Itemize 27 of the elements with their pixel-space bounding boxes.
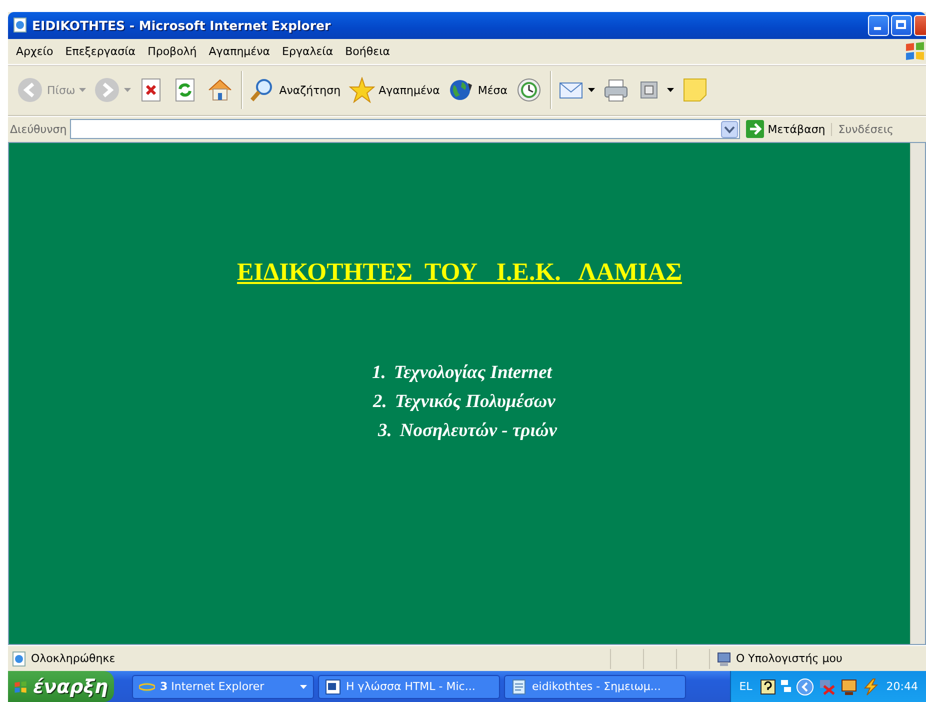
favorites-button[interactable]: Αγαπημένα: [346, 75, 443, 106]
list-item: Νοσηλευτών - τριών: [400, 420, 557, 444]
links-label[interactable]: Συνδέσεις: [831, 122, 894, 136]
list-item: Τεχνολογίας Internet: [394, 362, 552, 386]
list-number: 1.: [372, 362, 386, 386]
start-button[interactable]: έναρξη: [8, 671, 114, 702]
media-button[interactable]: Μέσα: [444, 75, 511, 106]
list-number: 2.: [373, 391, 387, 414]
window-title: EIDIKOTHTES - Microsoft Internet Explorer: [32, 18, 331, 33]
clock: 20:44: [886, 680, 918, 694]
list-item: Τεχνικός Πολυμέσων: [394, 391, 556, 414]
search-button[interactable]: Αναζήτηση: [246, 75, 344, 106]
menu-item[interactable]: Εργαλεία: [282, 44, 334, 58]
zone-text: Ο Υπολογιστής μου: [736, 652, 842, 666]
address-label: Διεύθυνση: [10, 122, 67, 136]
taskbar-button[interactable]: Η γλώσσα HTML - Mic...: [318, 674, 500, 699]
list-number: 3.: [378, 420, 392, 444]
page-heading: ΕΙΔΙΚΟΤΗΤΕΣ ΤΟΥ Ι.Ε.Κ. ΛΑΜΙΑΣ: [237, 259, 682, 288]
status-text: Ολοκληρώθηκε: [31, 652, 116, 666]
taskbar-button[interactable]: 3 Internet Explorer: [132, 674, 314, 699]
menu-item[interactable]: Αγαπημένα: [208, 44, 270, 58]
menu-item[interactable]: Βοήθεια: [345, 44, 390, 58]
go-button[interactable]: Μετάβαση: [740, 120, 832, 138]
taskbar-button[interactable]: eidikothtes - Σημειωμ...: [504, 674, 686, 699]
menu-item[interactable]: Επεξεργασία: [65, 44, 136, 58]
menu-item[interactable]: Προβολή: [148, 44, 197, 58]
menu-item[interactable]: Αρχείο: [16, 44, 54, 58]
